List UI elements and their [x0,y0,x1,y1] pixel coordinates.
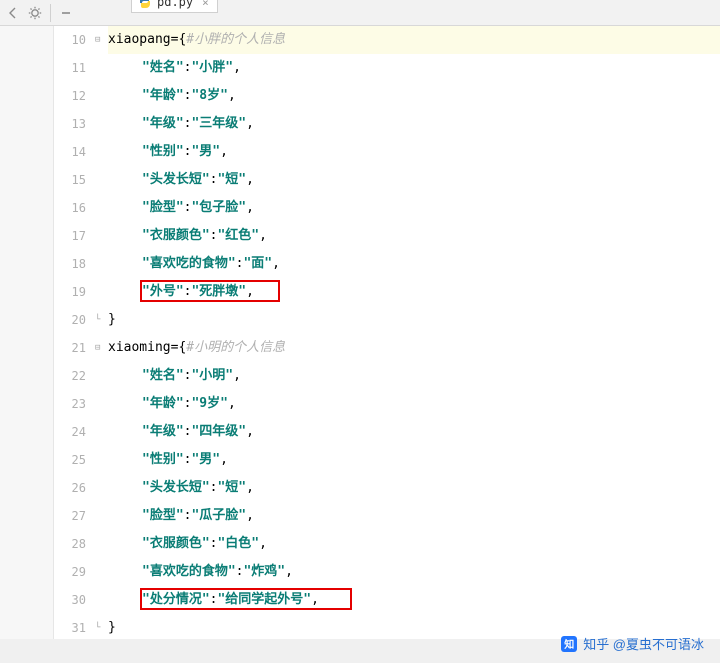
code-line[interactable]: "处分情况":"给同学起外号", [108,586,720,614]
line-number: 22 [54,362,86,390]
code-line[interactable]: "头发长短":"短", [108,474,720,502]
line-number: 25 [54,446,86,474]
line-number: 13 [54,110,86,138]
line-number: 24 [54,418,86,446]
fold-icon[interactable]: └ [95,623,100,633]
tab-pd-py[interactable]: pd.py × [131,0,218,12]
line-number: 26 [54,474,86,502]
code-line[interactable]: "喜欢吃的食物":"炸鸡", [108,558,720,586]
line-number: 20 [54,306,86,334]
line-number: 30 [54,586,86,614]
code-line[interactable]: "外号":"死胖墩", [108,278,720,306]
code-line[interactable]: "脸型":"包子脸", [108,194,720,222]
line-number: 11 [54,54,86,82]
toolbar: pd.py × [0,0,720,26]
fold-column[interactable]: ⊟ └ ⊟ └ [94,26,108,639]
code-line[interactable]: xiaopang={#小胖的个人信息 [108,26,720,54]
line-number: 29 [54,558,86,586]
project-sidebar[interactable] [0,26,54,639]
line-number: 21 [54,334,86,362]
code-line[interactable]: "年级":"四年级", [108,418,720,446]
code-line[interactable]: "年龄":"8岁", [108,82,720,110]
code-line[interactable]: "年龄":"9岁", [108,390,720,418]
python-file-icon [138,0,152,9]
line-number: 17 [54,222,86,250]
line-number-gutter: 1011121314151617181920212223242526272829… [54,26,94,639]
code-line[interactable]: "姓名":"小胖", [108,54,720,82]
code-line[interactable]: "喜欢吃的食物":"面", [108,250,720,278]
back-icon[interactable] [2,2,24,24]
zhihu-logo-icon: 知 [561,636,577,652]
line-number: 19 [54,278,86,306]
code-line[interactable]: "性别":"男", [108,138,720,166]
tab-bar: pd.py × [131,12,218,13]
line-number: 16 [54,194,86,222]
line-number: 31 [54,614,86,642]
code-line[interactable]: "年级":"三年级", [108,110,720,138]
line-number: 28 [54,530,86,558]
code-content[interactable]: xiaopang={#小胖的个人信息"姓名":"小胖","年龄":"8岁","年… [108,26,720,639]
code-line[interactable]: xiaoming={#小明的个人信息 [108,334,720,362]
line-number: 23 [54,390,86,418]
tab-filename: pd.py [157,0,193,9]
code-editor[interactable]: 1011121314151617181920212223242526272829… [54,26,720,639]
code-line[interactable]: "头发长短":"短", [108,166,720,194]
line-number: 15 [54,166,86,194]
toolbar-divider [50,4,51,22]
code-line[interactable]: } [108,306,720,334]
fold-icon[interactable]: ⊟ [95,343,100,353]
fold-icon[interactable]: └ [95,315,100,325]
minus-icon[interactable] [55,2,77,24]
line-number: 18 [54,250,86,278]
line-number: 27 [54,502,86,530]
fold-icon[interactable]: ⊟ [95,35,100,45]
gear-icon[interactable] [24,2,46,24]
code-line[interactable]: "衣服颜色":"红色", [108,222,720,250]
editor-area: 1011121314151617181920212223242526272829… [0,26,720,639]
line-number: 12 [54,82,86,110]
code-line[interactable]: "脸型":"瓜子脸", [108,502,720,530]
close-icon[interactable]: × [202,0,209,9]
line-number: 10 [54,26,86,54]
watermark-text: 知乎 @夏虫不可语冰 [583,634,704,653]
zhihu-watermark: 知 知乎 @夏虫不可语冰 [561,634,704,653]
code-line[interactable]: "姓名":"小明", [108,362,720,390]
code-line[interactable]: "性别":"男", [108,446,720,474]
line-number: 14 [54,138,86,166]
code-line[interactable]: "衣服颜色":"白色", [108,530,720,558]
